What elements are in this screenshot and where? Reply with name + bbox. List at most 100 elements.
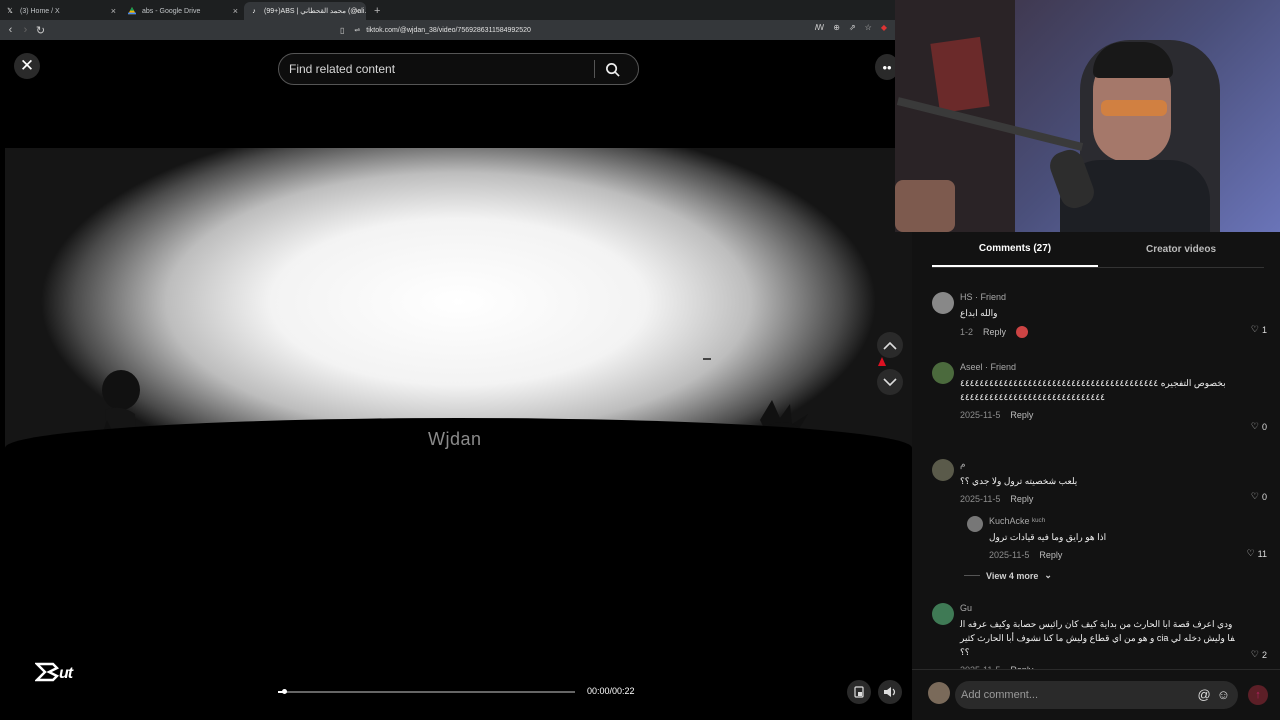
bookmark-icon[interactable]: ▯: [340, 26, 344, 35]
comment-text: يلعب شخصيته ترول ولا جدي ؟؟: [960, 476, 1078, 486]
panel-tabs: Comments (27) Creator videos: [932, 232, 1264, 268]
next-video-button[interactable]: [877, 369, 903, 395]
webcam-glasses: [1101, 100, 1167, 116]
search-icon[interactable]: [595, 62, 629, 77]
like-button[interactable]: ♡ 1: [1251, 324, 1267, 335]
picture-in-picture-button[interactable]: [847, 680, 871, 704]
close-tab-icon[interactable]: ×: [233, 6, 238, 16]
add-comment-bar: @ ☺ ↑: [912, 669, 1280, 720]
like-button[interactable]: ♡ 2: [1251, 649, 1267, 660]
comment-date: 2025-11-5: [960, 410, 1001, 420]
heart-icon: ♡: [1250, 421, 1259, 431]
mouse-cursor: [878, 357, 886, 366]
video-watermark: Wjdan: [428, 429, 482, 449]
chevron-up-icon: [883, 341, 897, 350]
like-count: 2: [1261, 649, 1267, 660]
tab-tiktok[interactable]: ♪ (99+)ABS | محمد القحطاني (@ali... ×: [244, 2, 366, 20]
volume-button[interactable]: [878, 680, 902, 704]
more-icon: ••: [882, 59, 892, 75]
comment-username[interactable]: HS · Friend: [960, 292, 1265, 302]
site-info-icon[interactable]: ⇌: [354, 26, 360, 34]
comment-text: ودي اعرف قصة ابا الحارث من بداية كيف كان…: [960, 619, 1235, 657]
reply-button[interactable]: Reply: [1010, 410, 1033, 420]
view-more-replies[interactable]: View 4 more ⌄: [964, 570, 1052, 581]
tab-title: abs - Google Drive: [142, 7, 201, 15]
avatar[interactable]: [932, 292, 954, 314]
tab-google-drive[interactable]: abs - Google Drive ×: [122, 2, 244, 20]
close-tab-icon[interactable]: ×: [111, 6, 116, 16]
emoji-icon[interactable]: ☺: [1217, 687, 1230, 702]
forward-arrow-icon[interactable]: ›: [18, 24, 33, 36]
comment-input-box[interactable]: @ ☺: [955, 681, 1238, 709]
video-player[interactable]: Wjdan ✕ •• ut 00:00/00:22: [5, 40, 912, 720]
extension-icon[interactable]: ◆: [881, 23, 887, 32]
tab-x-home[interactable]: 𝕏 (3) Home / X ×: [0, 2, 122, 20]
related-search-bar[interactable]: [278, 53, 639, 85]
star-icon[interactable]: ☆: [865, 23, 872, 32]
reload-icon[interactable]: ↻: [33, 24, 48, 37]
new-tab-button[interactable]: +: [366, 5, 388, 20]
previous-video-button[interactable]: [877, 332, 903, 358]
reply-button[interactable]: Reply: [1039, 550, 1062, 560]
comment-username[interactable]: KuchAcke ᵏᵘᶜʰ: [989, 516, 1265, 526]
heart-icon: ♡: [1250, 491, 1259, 501]
avatar[interactable]: [932, 362, 954, 384]
tab-comments[interactable]: Comments (27): [932, 232, 1098, 267]
comment-text: اذا هو رايق وما فيه قيادات ترول: [989, 532, 1107, 542]
share-icon[interactable]: ⇗: [849, 23, 856, 32]
webcam-poster: [930, 36, 990, 114]
comment-input[interactable]: [955, 689, 1185, 701]
comment-text: والله ابداع: [960, 308, 998, 318]
like-button[interactable]: ♡ 0: [1251, 491, 1267, 502]
webcam-person-hair: [1093, 42, 1173, 78]
video-time: 00:00/00:22: [587, 686, 635, 696]
google-drive-icon: [128, 7, 136, 15]
avatar[interactable]: [967, 516, 983, 532]
progress-knob[interactable]: [281, 689, 287, 694]
like-button[interactable]: ♡ 0: [1251, 421, 1267, 432]
address-bar[interactable]: ▯ ⇌ tiktok.com/@wjdan_38/video/756928631…: [340, 23, 892, 37]
mention-icon[interactable]: @: [1198, 687, 1211, 702]
chevron-down-icon: ⌄: [1044, 570, 1052, 580]
url-text: tiktok.com/@wjdan_38/video/7569286311584…: [366, 26, 531, 34]
close-icon: ✕: [19, 56, 35, 75]
search-input[interactable]: [279, 62, 594, 76]
comment-text: بخصوص التفجيره ٤٤٤٤٤٤٤٤٤٤٤٤٤٤٤٤٤٤٤٤٤٤٤٤٤…: [960, 378, 1226, 402]
chevron-down-icon: [883, 377, 897, 386]
webcam-overlay: [895, 0, 1280, 232]
close-video-button[interactable]: ✕: [14, 53, 40, 79]
back-arrow-icon[interactable]: ‹: [3, 24, 18, 36]
like-count: 11: [1257, 548, 1267, 559]
reply-button[interactable]: Reply: [1010, 494, 1033, 504]
avatar[interactable]: [932, 603, 954, 625]
webcam-hand: [895, 180, 955, 232]
divider-line: [964, 575, 980, 576]
reply-button[interactable]: Reply: [983, 327, 1006, 337]
zoom-icon[interactable]: ⊕: [833, 23, 840, 32]
speck: [703, 358, 711, 360]
media-icon[interactable]: ꟿ: [815, 23, 825, 32]
like-count: 0: [1261, 491, 1267, 502]
video-floor: [5, 418, 912, 678]
comment-username[interactable]: Gu: [960, 603, 1265, 613]
speaker-icon: [884, 687, 896, 697]
comments-panel: Comments (27) Creator videos HS · Friend…: [912, 232, 1280, 720]
heart-icon: ♡: [1250, 649, 1259, 659]
close-tab-icon[interactable]: ×: [355, 6, 360, 16]
tab-creator-videos[interactable]: Creator videos: [1098, 232, 1264, 267]
comment-username[interactable]: Aseel · Friend: [960, 362, 1265, 372]
view-more-label: View 4 more: [986, 570, 1039, 581]
tab-title: (99+)ABS | محمد القحطاني (@ali...: [264, 8, 366, 15]
send-comment-button[interactable]: ↑: [1248, 685, 1268, 705]
browser-toolbar: ‹ › ↻ ▯ ⇌ tiktok.com/@wjdan_38/video/756…: [0, 20, 895, 40]
pip-icon: [854, 686, 864, 698]
comment-date: 2025-11-5: [960, 494, 1001, 504]
comment-date: 2025-11-5: [989, 550, 1030, 560]
video-progress-bar[interactable]: [278, 689, 575, 694]
avatar[interactable]: [932, 459, 954, 481]
heart-icon: ♡: [1246, 548, 1255, 558]
tiktok-icon: ♪: [252, 7, 256, 15]
creator-liked-avatar: [1016, 326, 1029, 338]
comment-username[interactable]: ﻡ: [960, 459, 1265, 470]
like-button[interactable]: ♡ 11: [1247, 548, 1267, 559]
